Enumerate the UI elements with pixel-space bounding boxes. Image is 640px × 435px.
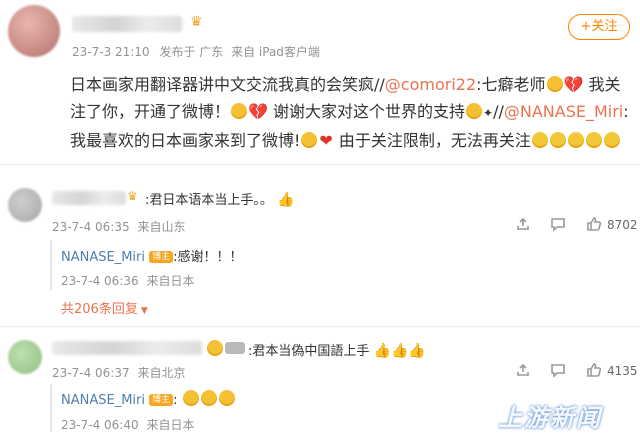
bow-emoji-icon	[466, 103, 483, 119]
comment-2-text: :君本当偽中国語上手	[248, 344, 370, 359]
comment-1-text: :君日本语本当上手。。	[145, 193, 273, 208]
reply-1-author[interactable]: NANASE_Miri	[61, 250, 145, 265]
post-text-e: //	[493, 102, 504, 121]
reply-2-timestamp: 23-7-4 06:40	[61, 418, 139, 432]
thumbs-up-emoji-icon-3: 👍	[408, 343, 426, 359]
crown-icon: ♛	[190, 14, 203, 30]
crying-emoji-icon-2	[549, 132, 566, 148]
crying-emoji-icon-3	[567, 132, 584, 148]
post-text-g: 由于关注限制，无法再关注	[333, 131, 531, 150]
post-body: 日本画家用翻译器讲中文交流我真的会笑疯//@comori22:七癖老师 💔 我关注…	[70, 71, 630, 154]
crying-emoji-icon-1	[531, 132, 548, 148]
post-timestamp[interactable]: 23-7-3 21:10	[72, 45, 150, 59]
sparkle-icon: ✦	[483, 106, 494, 120]
thumbs-up-emoji-icon-2: 👍	[390, 343, 409, 359]
comment-divider	[0, 326, 640, 327]
mention-comori22[interactable]: @comori22	[385, 75, 476, 94]
comment-2-meta: 23-7-4 06:37 来自北京	[52, 364, 185, 381]
blogger-badge-2: 博主	[149, 394, 174, 406]
sweat-smile-emoji-icon-3	[218, 390, 235, 406]
comment-icon-2[interactable]	[550, 362, 566, 378]
reply-2-location: 来自日本	[146, 418, 195, 432]
blogger-badge: 博主	[149, 251, 174, 263]
comment-1-location: 来自山东	[137, 220, 186, 234]
crying-emoji-icon-4	[585, 132, 602, 148]
scream-emoji-icon	[301, 132, 318, 148]
follow-button[interactable]: +关注	[568, 14, 630, 40]
comment-1-timestamp: 23-7-4 06:35	[52, 220, 130, 234]
thumbs-up-emoji-icon: 👍	[277, 192, 295, 208]
share-icon-2[interactable]	[515, 362, 531, 378]
comment-1-meta: 23-7-4 06:35 来自山东	[52, 218, 185, 235]
comment-icon[interactable]	[550, 216, 566, 232]
post-author-name[interactable]	[72, 16, 182, 32]
post-location: 发布于 广东	[159, 45, 224, 59]
comment-2-avatar[interactable]	[8, 340, 42, 374]
more-replies-link[interactable]: 共206条回复 ▼	[61, 298, 148, 317]
comment-1-like-count: 8702	[607, 218, 638, 232]
share-icon[interactable]	[515, 216, 531, 232]
post-text-b: :七癖老师	[476, 75, 546, 94]
like-icon-2[interactable]	[586, 362, 602, 378]
chevron-down-icon: ▼	[140, 306, 148, 316]
comment-1-text-row: :君日本语本当上手。。 👍	[145, 189, 294, 208]
smile-emoji-icon	[231, 103, 248, 119]
laugh-cry-emoji-icon	[546, 76, 563, 92]
watermark-logo: 上游新闻	[498, 404, 602, 432]
post-divider	[0, 164, 640, 165]
post-text-a: 日本画家用翻译器讲中文交流我真的会笑疯//	[70, 75, 385, 94]
reply-2-author[interactable]: NANASE_Miri	[61, 393, 145, 408]
comment-1-reply-row: NANASE_Miri 博主:感谢！！！	[61, 246, 243, 265]
post-source: 来自 iPad客户端	[231, 45, 320, 59]
reply-2-meta: 23-7-4 06:40 来自日本	[61, 416, 194, 433]
post-text-d: 谢谢大家对这个世界的支持	[267, 102, 466, 121]
heart-icon: ❤	[319, 131, 333, 150]
comment-2-like-count: 4135	[607, 364, 638, 378]
reply-1-meta: 23-7-4 06:36 来自日本	[61, 272, 194, 289]
reply-1-text: :感谢！！！	[173, 250, 243, 265]
post-meta: 23-7-3 21:10 发布于 广东 来自 iPad客户端	[72, 43, 320, 60]
reply-2-text: :	[173, 393, 178, 408]
broken-heart-icon: 💔	[563, 75, 584, 94]
comment-2-location: 来自北京	[137, 366, 186, 380]
comment-1-crown-icon: ♛	[127, 189, 138, 203]
comment-2-text-row: :君本当偽中国語上手 👍👍👍	[248, 340, 426, 359]
mention-nanase-miri[interactable]: @NANASE_Miri	[504, 102, 623, 121]
post-author-avatar[interactable]	[8, 5, 60, 57]
comment-1-avatar[interactable]	[8, 188, 42, 222]
sweat-smile-emoji-icon-1	[182, 390, 199, 406]
thumbs-up-emoji-icon-1: 👍	[373, 343, 391, 359]
sweat-smile-emoji-icon-2	[200, 390, 217, 406]
comment-2-crown-icon	[207, 340, 223, 356]
more-replies-label: 共206条回复	[61, 302, 138, 317]
reply-1-timestamp: 23-7-4 06:36	[61, 274, 139, 288]
comment-1-author[interactable]	[52, 191, 126, 205]
comment-2-timestamp: 23-7-4 06:37	[52, 366, 130, 380]
comment-2-reply-row: NANASE_Miri 博主:	[61, 390, 236, 408]
broken-heart-icon-2: 💔	[248, 102, 268, 121]
reply-1-location: 来自日本	[146, 274, 195, 288]
comment-2-badge	[225, 342, 245, 354]
like-icon[interactable]	[586, 216, 602, 232]
comment-2-author[interactable]	[52, 341, 202, 355]
crying-emoji-icon-5	[603, 132, 620, 148]
